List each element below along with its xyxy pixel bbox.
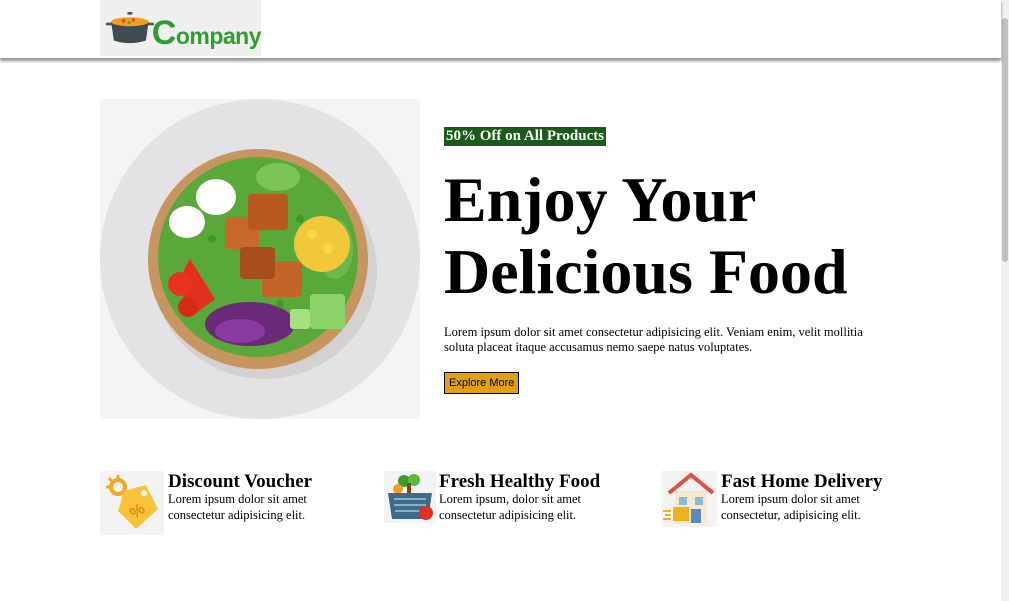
- feature-text: Lorem ipsum dolor sit amet consectetur, …: [721, 492, 861, 522]
- feature-title: Discount Voucher: [168, 471, 313, 492]
- discount-tag-icon: %: [100, 471, 164, 535]
- hero-description: Lorem ipsum dolor sit amet consectetur a…: [444, 325, 863, 354]
- hero-title: Enjoy Your Delicious Food: [444, 164, 914, 308]
- hero-title-line1: Enjoy Your: [444, 164, 757, 235]
- explore-more-button[interactable]: Explore More: [444, 372, 520, 394]
- home-delivery-icon: [661, 471, 717, 527]
- company-logo[interactable]: Company: [100, 0, 262, 56]
- feature-title: Fast Home Delivery: [721, 471, 883, 492]
- hero-title-line2: Delicious Food: [444, 236, 848, 307]
- site-header: Company: [0, 0, 1001, 59]
- scrollbar-thumb[interactable]: [1002, 18, 1008, 262]
- cooking-pot-icon: [105, 11, 154, 44]
- logo-text: Company: [151, 13, 262, 52]
- feature-text: Lorem ipsum dolor sit amet consectetur a…: [168, 492, 307, 522]
- feature-title: Fresh Healthy Food: [439, 471, 601, 492]
- food-basket-icon: [384, 471, 436, 523]
- discount-badge: 50% Off on All Products: [444, 127, 607, 146]
- feature-text: Lorem ipsum, dolor sit amet consectetur …: [439, 492, 581, 522]
- page-scrollbar[interactable]: [1001, 0, 1009, 601]
- salad-bowl-image: [100, 99, 420, 419]
